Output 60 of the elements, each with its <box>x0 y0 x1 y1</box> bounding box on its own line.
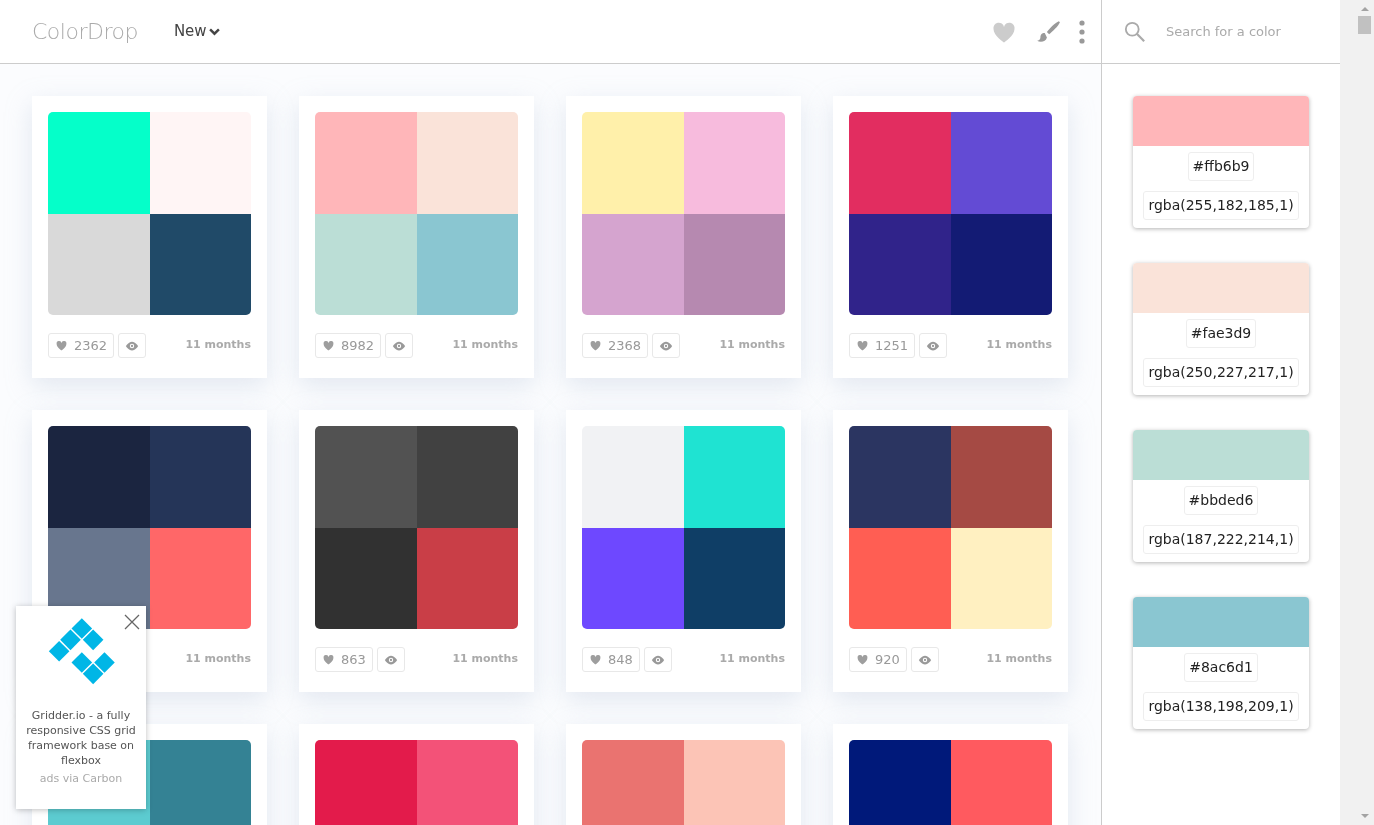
palette-card[interactable]: 920 11 months <box>833 410 1068 692</box>
rgba-code[interactable]: rgba(255,182,185,1) <box>1143 191 1299 220</box>
brush-button[interactable] <box>1035 18 1061 45</box>
like-button[interactable]: 848 <box>582 647 640 672</box>
like-button[interactable]: 2368 <box>582 333 649 358</box>
like-button[interactable]: 2362 <box>48 333 115 358</box>
search-icon <box>1124 20 1146 43</box>
like-button[interactable]: 920 <box>849 647 907 672</box>
like-button[interactable]: 863 <box>315 647 373 672</box>
time-ago: 11 months <box>719 651 785 668</box>
heart-icon <box>322 339 335 352</box>
scroll-up-icon[interactable] <box>1361 7 1369 11</box>
like-button[interactable]: 1251 <box>849 333 916 358</box>
brush-icon <box>1035 18 1061 45</box>
scrollbar[interactable] <box>1340 0 1374 825</box>
view-button[interactable] <box>376 647 405 672</box>
scrollbar-thumb[interactable] <box>1358 16 1371 34</box>
view-button[interactable] <box>118 333 147 358</box>
view-button[interactable] <box>652 333 681 358</box>
chevron-down-icon <box>208 27 220 36</box>
heart-icon <box>589 339 602 352</box>
hex-code[interactable]: #8ac6d1 <box>1184 653 1258 682</box>
hex-code[interactable]: #ffb6b9 <box>1187 152 1255 181</box>
more-vertical-icon <box>1079 19 1085 44</box>
heart-icon <box>55 339 68 352</box>
sort-dropdown[interactable]: New <box>173 20 220 43</box>
rgba-code[interactable]: rgba(138,198,209,1) <box>1143 692 1299 721</box>
heart-icon <box>856 653 869 666</box>
close-button[interactable] <box>124 614 140 630</box>
palette-card[interactable]: 2362 11 months <box>32 96 267 378</box>
time-ago: 11 months <box>452 651 518 668</box>
like-button[interactable]: 8982 <box>315 333 382 358</box>
ad-credit[interactable]: ads via Carbon <box>22 771 140 788</box>
more-button[interactable] <box>1079 19 1085 44</box>
logo-text[interactable]: ColorDrop <box>32 15 138 48</box>
close-icon <box>124 614 140 630</box>
time-ago: 11 months <box>986 337 1052 354</box>
time-ago: 11 months <box>185 337 251 354</box>
palette-card[interactable]: 2368 11 months <box>566 96 801 378</box>
palette-card[interactable]: 8982 11 months <box>299 96 534 378</box>
time-ago: 11 months <box>986 651 1052 668</box>
hex-code[interactable]: #bbded6 <box>1183 486 1259 515</box>
time-ago: 11 months <box>185 651 251 668</box>
time-ago: 11 months <box>719 337 785 354</box>
palette-card[interactable]: 1251 11 months <box>833 96 1068 378</box>
view-button[interactable] <box>919 333 948 358</box>
hex-code[interactable]: #fae3d9 <box>1185 319 1257 348</box>
rgba-code[interactable]: rgba(187,222,214,1) <box>1143 525 1299 554</box>
heart-icon <box>856 339 869 352</box>
heart-icon <box>589 653 602 666</box>
scroll-down-icon[interactable] <box>1361 814 1369 818</box>
palette-card[interactable]: 848 11 months <box>566 410 801 692</box>
time-ago: 11 months <box>452 337 518 354</box>
rgba-code[interactable]: rgba(250,227,217,1) <box>1143 358 1299 387</box>
ad-text[interactable]: Gridder.io - a fully responsive CSS grid framework base on flexbox <box>22 708 140 768</box>
palette-card[interactable]: 863 11 months <box>299 410 534 692</box>
heart-icon <box>322 653 335 666</box>
view-button[interactable] <box>385 333 414 358</box>
view-button[interactable] <box>910 647 939 672</box>
view-button[interactable] <box>643 647 672 672</box>
